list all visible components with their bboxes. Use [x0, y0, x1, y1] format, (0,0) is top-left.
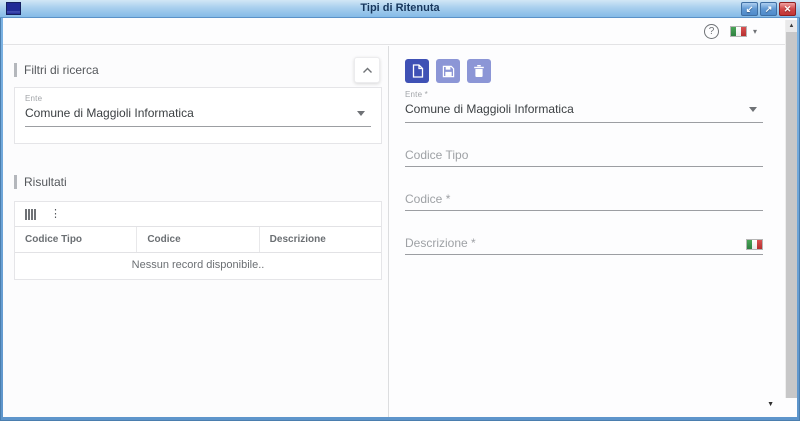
select-arrow-icon: [357, 110, 365, 116]
select-arrow-icon: [749, 106, 757, 112]
collapse-filters-button[interactable]: [354, 57, 380, 83]
vertical-scrollbar[interactable]: ▲: [785, 20, 797, 398]
descrizione-field: [405, 234, 763, 255]
language-dropdown-caret-icon[interactable]: ▾: [753, 27, 757, 36]
descrizione-input[interactable]: [405, 234, 746, 252]
ente-filter-select[interactable]: Comune di Maggioli Informatica: [25, 103, 371, 127]
save-button[interactable]: [436, 59, 460, 83]
window-titlebar: Tipi di Ritenuta ↙ ↗ ✕: [0, 0, 800, 18]
detail-panel: Ente * Comune di Maggioli Informatica: [389, 46, 785, 417]
main-content: Filtri di ricerca Ente Comune di Maggiol…: [3, 46, 785, 417]
save-floppy-icon: [442, 65, 454, 77]
ente-detail-label: Ente *: [405, 90, 428, 99]
window-body: ? ▾ Filtri di ricerca Ente Comune di Mag…: [3, 18, 797, 417]
column-header-codice[interactable]: Codice: [137, 227, 260, 252]
window-restore-button[interactable]: ↙: [741, 2, 758, 16]
codice-field: [405, 190, 763, 211]
scroll-up-button[interactable]: ▲: [786, 20, 797, 32]
scroll-down-caret-icon[interactable]: ▼: [767, 401, 774, 408]
column-header-descrizione[interactable]: Descrizione: [260, 227, 381, 252]
grid-menu-icon[interactable]: ⋮: [50, 209, 61, 220]
app-window: Tipi di Ritenuta ↙ ↗ ✕ ? ▾ Filtri di ric…: [0, 0, 800, 421]
help-icon[interactable]: ?: [703, 23, 719, 39]
columns-icon[interactable]: [25, 209, 36, 220]
restore-icon: ↙: [745, 4, 754, 14]
ente-filter-value: Comune di Maggioli Informatica: [25, 106, 194, 120]
window-close-button[interactable]: ✕: [779, 2, 796, 16]
results-section-title: Risultati: [24, 175, 67, 189]
italian-flag-icon: [746, 239, 763, 250]
codice-tipo-input[interactable]: [405, 146, 763, 164]
grid-header-row: Codice Tipo Codice Descrizione: [15, 226, 381, 253]
filters-section-title: Filtri di ricerca: [24, 63, 99, 77]
section-accent-bar: [14, 175, 17, 189]
results-section-header: Risultati: [14, 169, 382, 195]
new-record-button[interactable]: [405, 59, 429, 83]
ente-detail-select[interactable]: Comune di Maggioli Informatica: [405, 99, 763, 123]
window-maximize-button[interactable]: ↗: [760, 2, 777, 16]
detail-toolbar: [405, 59, 763, 83]
ente-detail-field: Ente * Comune di Maggioli Informatica: [405, 90, 763, 123]
chevron-up-icon: [362, 67, 372, 73]
section-accent-bar: [14, 63, 17, 77]
grid-toolbar: ⋮: [15, 202, 381, 226]
filters-section-header: Filtri di ricerca: [14, 57, 382, 83]
maximize-icon: ↗: [764, 4, 773, 14]
trash-icon: [474, 65, 484, 77]
results-grid-card: ⋮ Codice Tipo Codice Descrizione Nessun …: [14, 201, 382, 280]
top-toolbar: ? ▾: [3, 18, 785, 45]
ente-filter-label: Ente: [25, 94, 43, 103]
filters-card: Ente Comune di Maggioli Informatica: [14, 87, 382, 144]
codice-tipo-field: [405, 146, 763, 167]
close-icon: ✕: [783, 4, 792, 14]
column-header-codice-tipo[interactable]: Codice Tipo: [15, 227, 138, 252]
window-title: Tipi di Ritenuta: [360, 2, 440, 14]
window-controls: ↙ ↗ ✕: [741, 2, 796, 16]
grid-empty-message: Nessun record disponibile..: [131, 259, 265, 271]
italian-flag-icon[interactable]: [729, 25, 747, 37]
delete-button[interactable]: [467, 59, 491, 83]
codice-input[interactable]: [405, 190, 763, 208]
search-panel: Filtri di ricerca Ente Comune di Maggiol…: [3, 46, 389, 417]
new-document-icon: [412, 64, 423, 78]
ente-detail-value: Comune di Maggioli Informatica: [405, 102, 574, 116]
